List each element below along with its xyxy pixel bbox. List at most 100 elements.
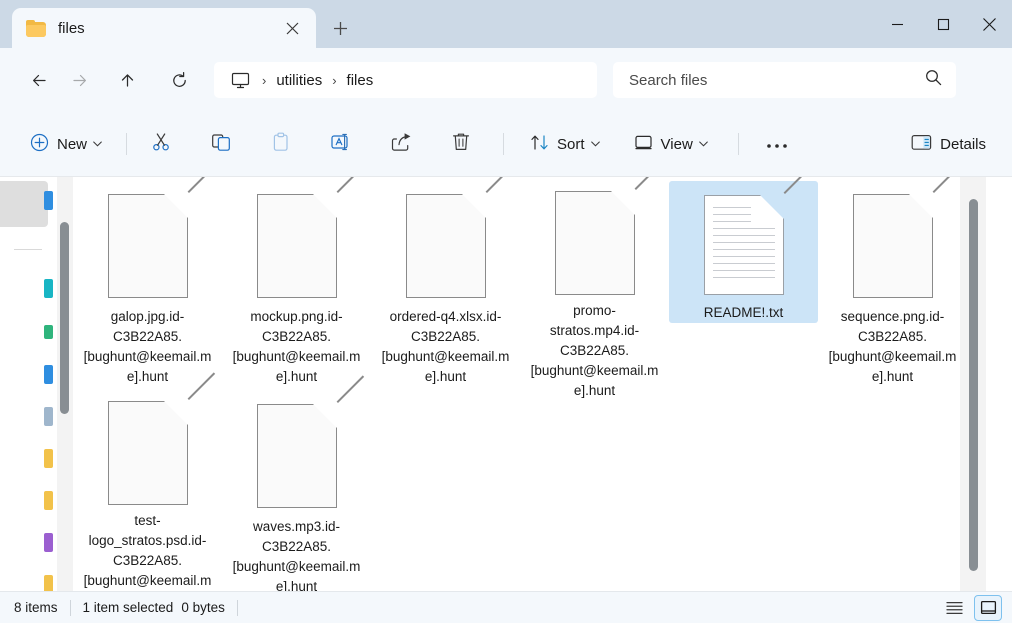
documents-icon[interactable] [44,407,53,426]
onedrive-icon[interactable] [44,191,53,210]
status-bar: 8 items 1 item selected 0 bytes [0,591,1012,623]
blank-file-icon [545,177,662,295]
trash-icon [451,132,471,156]
nav-scrollbar-thumb[interactable] [60,222,69,414]
file-name-label: promo-stratos.mp4.id-C3B22A85.[bughunt@k… [530,303,659,398]
maximize-button[interactable] [920,0,966,48]
scissors-icon [151,132,171,156]
file-item[interactable]: ordered-q4.xlsx.id-C3B22A85.[bughunt@kee… [371,177,520,387]
paste-icon [271,132,291,156]
selection-size-label: 0 bytes [181,600,225,615]
file-grid: galop.jpg.id-C3B22A85.[bughunt@keemail.m… [73,177,986,592]
window-controls [874,0,1012,48]
file-item[interactable]: galop.jpg.id-C3B22A85.[bughunt@keemail.m… [73,177,222,387]
details-pane-button[interactable]: Details [903,126,994,162]
view-button[interactable]: View [626,126,716,162]
ellipsis-icon [766,136,788,153]
file-list-pane[interactable]: galop.jpg.id-C3B22A85.[bughunt@keemail.m… [73,177,986,592]
status-divider [236,599,238,616]
file-name-label: sequence.png.id-C3B22A85.[bughunt@keemai… [828,309,957,384]
back-button[interactable] [22,63,56,97]
file-name-label: mockup.png.id-C3B22A85.[bughunt@keemail.… [232,309,361,384]
forward-button[interactable] [62,63,96,97]
file-item[interactable]: mockup.png.id-C3B22A85.[bughunt@keemail.… [222,177,371,387]
large-icons-view-button[interactable] [974,594,1002,621]
title-bar: files [0,0,1012,48]
delete-button[interactable] [441,126,481,162]
chevron-down-icon [590,139,600,150]
toolbar-divider [503,133,505,155]
file-item[interactable]: waves.mp3.id-C3B22A85.[bughunt@keemail.m… [222,375,371,592]
file-explorer-window: files › utilities › files Search files N… [0,0,1012,623]
rename-icon [330,132,352,156]
file-item-selected[interactable]: README!.txt [669,177,818,323]
search-icon[interactable] [925,69,942,91]
search-placeholder: Search files [629,71,708,89]
view-toggle-group [940,594,1002,621]
navigation-pane[interactable] [0,177,57,592]
nav-selected-item[interactable] [0,181,48,227]
cut-button[interactable] [141,126,181,162]
tab-label: files [58,19,85,37]
music-icon[interactable] [44,533,53,552]
desktop-icon[interactable] [44,325,53,339]
view-button-label: View [660,135,693,153]
file-scrollbar-thumb[interactable] [969,199,978,571]
address-bar-row: › utilities › files Search files [0,48,1012,112]
more-options-button[interactable] [755,126,799,162]
view-icon [634,133,653,156]
breadcrumb-separator: › [332,72,337,88]
breadcrumb-item-files[interactable]: files [347,72,374,89]
toolbar-divider [737,133,739,155]
blank-file-icon [843,177,960,301]
search-input[interactable]: Search files [613,62,956,98]
sort-icon [530,133,549,156]
refresh-button[interactable] [162,63,196,97]
details-pane-icon [911,134,932,155]
paste-button[interactable] [261,126,301,162]
close-button[interactable] [966,0,1012,48]
downloads-icon[interactable] [44,365,53,384]
up-button[interactable] [110,63,144,97]
folder-icon[interactable] [44,575,53,592]
folder-icon[interactable] [44,491,53,510]
rename-button[interactable] [321,126,361,162]
breadcrumb[interactable]: › utilities › files [214,62,597,98]
sort-button-label: Sort [557,135,585,153]
details-view-button[interactable] [940,595,968,621]
details-pane-label: Details [940,135,986,153]
nav-divider [14,249,42,250]
blank-file-icon [98,177,215,301]
gallery-icon[interactable] [44,279,53,298]
file-name-label: galop.jpg.id-C3B22A85.[bughunt@keemail.m… [83,309,212,384]
copy-icon [211,132,231,156]
file-item[interactable]: test-logo_stratos.psd.id-C3B22A85.[bughu… [73,372,222,592]
blank-file-icon [396,177,513,301]
file-name-label: README!.txt [703,305,784,320]
folder-icon[interactable] [44,449,53,468]
new-button[interactable]: New [22,126,110,162]
file-name-label: waves.mp3.id-C3B22A85.[bughunt@keemail.m… [232,519,361,592]
breadcrumb-item-utilities[interactable]: utilities [276,72,322,89]
tab-files[interactable]: files [12,8,316,48]
share-button[interactable] [381,126,421,162]
blank-file-icon [247,177,364,301]
file-name-label: test-logo_stratos.psd.id-C3B22A85.[bughu… [83,513,212,588]
copy-button[interactable] [201,126,241,162]
toolbar-divider [126,133,128,155]
new-button-label: New [57,135,88,153]
sort-button[interactable]: Sort [522,126,608,162]
file-item[interactable]: promo-stratos.mp4.id-C3B22A85.[bughunt@k… [520,177,669,398]
minimize-button[interactable] [874,0,920,48]
file-name-label: ordered-q4.xlsx.id-C3B22A85.[bughunt@kee… [381,309,510,384]
plus-circle-icon [30,133,49,156]
file-item[interactable]: sequence.png.id-C3B22A85.[bughunt@keemai… [818,177,967,387]
selection-label: 1 item selected [82,600,174,615]
chevron-down-icon [698,139,708,150]
new-tab-button[interactable] [322,10,358,46]
explorer-body: galop.jpg.id-C3B22A85.[bughunt@keemail.m… [0,176,1012,592]
blank-file-icon [247,375,364,511]
this-pc-icon[interactable] [228,70,252,90]
close-tab-icon[interactable] [278,14,306,42]
blank-file-icon [98,372,215,505]
